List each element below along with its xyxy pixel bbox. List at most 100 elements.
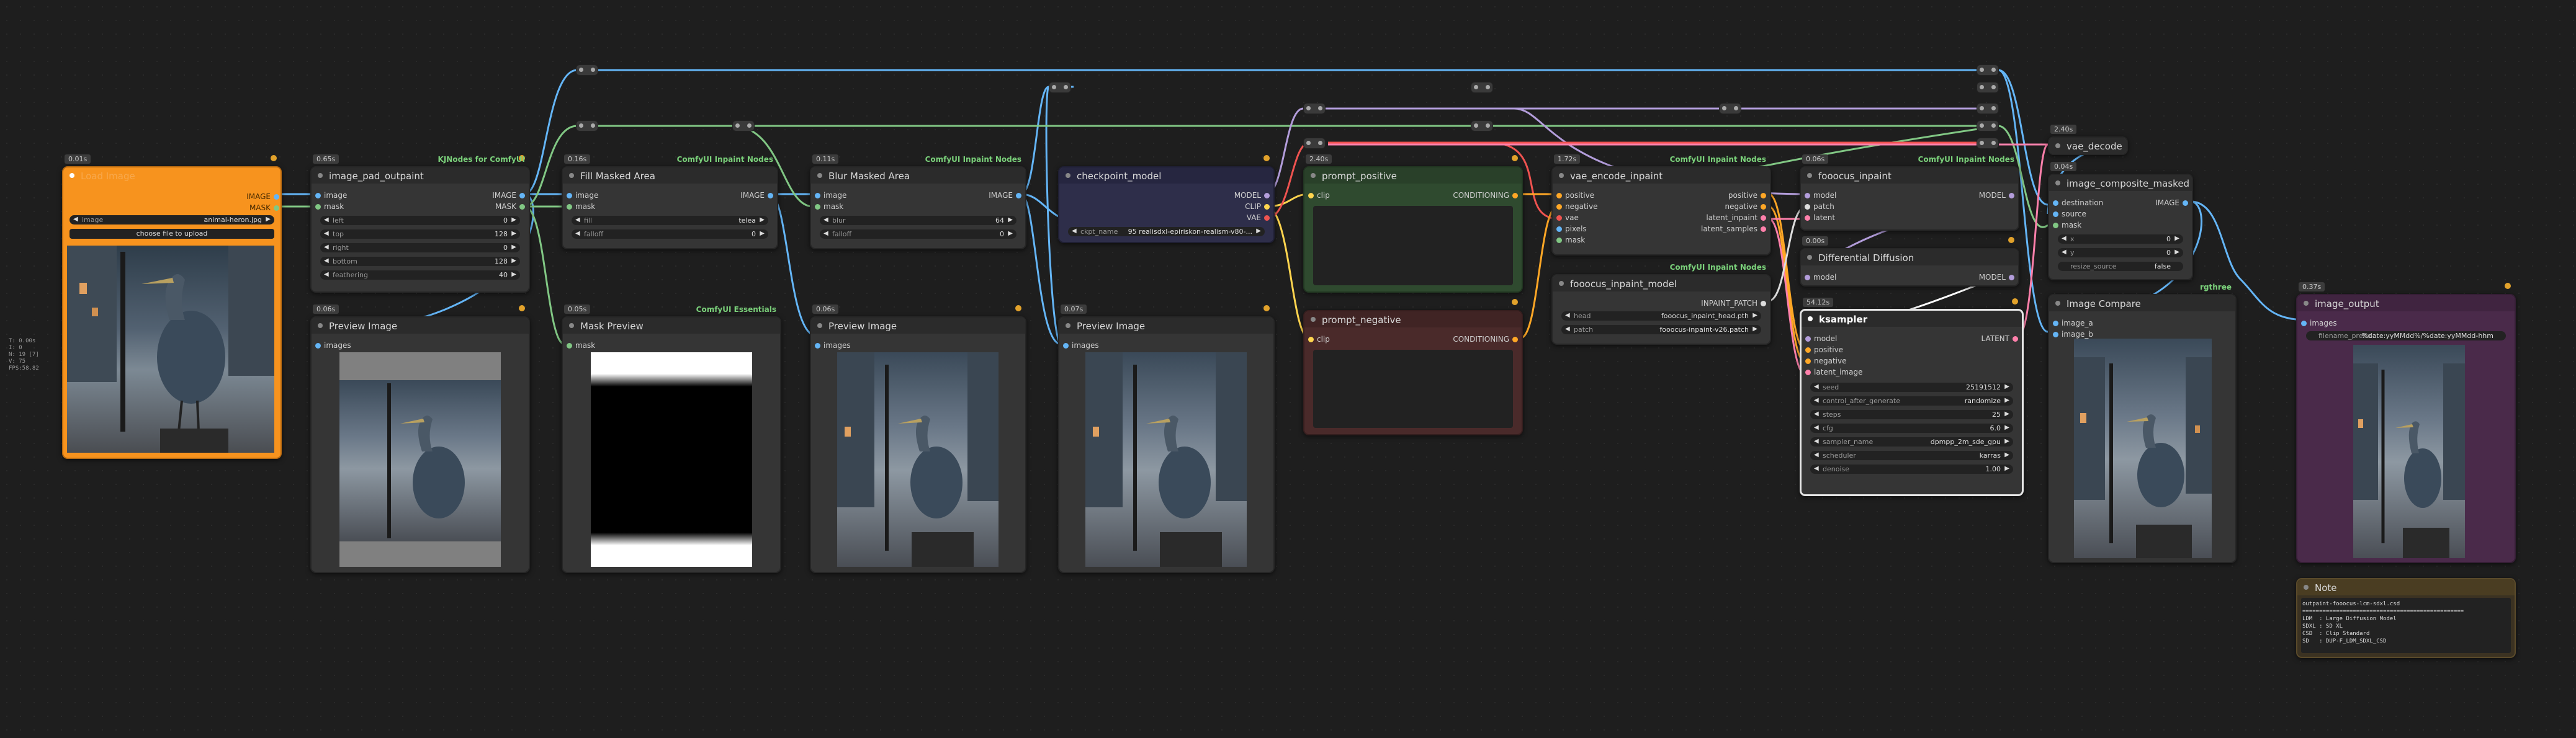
reroute-node[interactable]	[1977, 64, 1999, 76]
input-socket[interactable]	[567, 343, 572, 349]
input-socket[interactable]	[567, 193, 572, 198]
node-header[interactable]: prompt_negative	[1304, 311, 1522, 327]
widget-right[interactable]: ◀ right 0 ▶	[320, 243, 520, 252]
input-socket[interactable]	[315, 204, 321, 210]
node-header[interactable]: Preview Image	[312, 318, 529, 334]
node-header[interactable]: vae_decode	[2049, 138, 2127, 154]
node-fooocus-inpaint-model[interactable]: ComfyUI Inpaint Nodes fooocus_inpaint_mo…	[1551, 263, 1771, 345]
upload-button[interactable]: choose file to upload	[70, 229, 274, 239]
output-socket[interactable]	[1761, 193, 1766, 198]
widget-patch[interactable]: ◀ patch fooocus-inpaint-v26.patch ▶	[1561, 325, 1761, 334]
input-socket[interactable]	[2053, 211, 2058, 217]
node-load-image[interactable]: 0.01s Load Image IMAGE MASK ◀ image animal…	[62, 154, 282, 459]
reroute-node[interactable]	[1719, 103, 1741, 114]
reroute-node[interactable]	[1977, 138, 1999, 149]
input-socket[interactable]	[2053, 200, 2058, 206]
node-preview-image[interactable]: 0.06s Preview Image images	[310, 305, 530, 573]
output-socket[interactable]	[1512, 337, 1518, 342]
output-socket[interactable]	[274, 194, 279, 200]
input-socket[interactable]	[1308, 337, 1314, 342]
input-socket[interactable]	[2053, 223, 2058, 228]
input-socket[interactable]	[1805, 347, 1811, 353]
node-mask-preview[interactable]: 0.05s ComfyUI Essentials Mask Preview ma…	[562, 305, 781, 573]
node-prompt-positive[interactable]: 2.40s prompt_positive clip CONDITIONING	[1303, 154, 1523, 293]
reroute-node[interactable]	[576, 64, 598, 76]
node-header[interactable]: ksampler	[1802, 311, 2022, 327]
node-header[interactable]: image_pad_outpaint	[312, 167, 529, 184]
output-socket[interactable]	[519, 204, 525, 210]
input-socket[interactable]	[2053, 332, 2058, 337]
input-socket[interactable]	[1805, 275, 1810, 280]
widget-falloff[interactable]: ◀ falloff 0 ▶	[572, 229, 768, 239]
widget-seed[interactable]: ◀ seed 25191512 ▶	[1810, 383, 2013, 392]
widget-y[interactable]: ◀ y 0 ▶	[2058, 248, 2183, 257]
input-socket[interactable]	[1556, 226, 1562, 232]
filename-prefix-input[interactable]: filename_prefix %date:yyMMdd%/%date:yyMMd…	[2306, 331, 2506, 340]
input-socket[interactable]	[1556, 238, 1562, 243]
node-header[interactable]: Load Image	[63, 167, 280, 184]
output-socket[interactable]	[768, 193, 773, 198]
input-socket[interactable]	[315, 193, 321, 198]
input-socket[interactable]	[1805, 370, 1811, 375]
output-socket[interactable]	[2013, 336, 2018, 342]
widget-fill[interactable]: ◀ fill telea ▶	[572, 216, 768, 225]
node-ksampler[interactable]: 54.12s ksampler model positive negative …	[1800, 298, 2024, 496]
node-image-compare[interactable]: rgthree Image Compare image_a image_b	[2048, 283, 2237, 563]
input-socket[interactable]	[1556, 204, 1562, 210]
toggle-resize-source[interactable]: resize_source false	[2058, 262, 2183, 271]
reroute-node[interactable]	[1303, 138, 1326, 149]
reroute-node[interactable]	[1977, 120, 1999, 131]
input-socket[interactable]	[1805, 193, 1810, 198]
node-vae-encode-inpaint[interactable]: 1.72s ComfyUI Inpaint Nodes vae_encode_i…	[1551, 154, 1771, 256]
input-socket[interactable]	[2053, 321, 2058, 326]
node-fooocus-inpaint[interactable]: 0.06s ComfyUI Inpaint Nodes fooocus_inpa…	[1800, 154, 2019, 231]
node-prompt-negative[interactable]: prompt_negative clip CONDITIONING	[1303, 299, 1523, 435]
widget-x[interactable]: ◀ x 0 ▶	[2058, 234, 2183, 244]
output-socket[interactable]	[1264, 215, 1270, 221]
node-header[interactable]: checkpoint_model	[1059, 167, 1273, 184]
widget-sampler-name[interactable]: ◀ sampler_name dpmpp_2m_sde_gpu ▶	[1810, 437, 2013, 447]
output-socket[interactable]	[1761, 301, 1766, 306]
node-header[interactable]: Differential Diffusion	[1801, 249, 2018, 265]
widget-bottom[interactable]: ◀ bottom 128 ▶	[320, 257, 520, 266]
widget-steps[interactable]: ◀ steps 25 ▶	[1810, 410, 2013, 419]
output-socket[interactable]	[2009, 193, 2014, 198]
node-preview-image[interactable]: 0.07s Preview Image images	[1058, 305, 1275, 573]
input-socket[interactable]	[2301, 321, 2307, 326]
output-socket[interactable]	[2009, 275, 2014, 280]
node-vae-decode[interactable]: 2.40s vae_decode	[2048, 125, 2128, 155]
node-header[interactable]: Image Compare	[2049, 295, 2235, 311]
widget-top[interactable]: ◀ top 128 ▶	[320, 229, 520, 239]
node-preview-image[interactable]: 0.06s Preview Image images	[810, 305, 1026, 573]
widget-scheduler[interactable]: ◀ scheduler karras ▶	[1810, 451, 2013, 460]
node-header[interactable]: Preview Image	[1059, 318, 1273, 334]
input-socket[interactable]	[1308, 193, 1314, 198]
reroute-node[interactable]	[576, 120, 598, 131]
node-header[interactable]: image_composite_masked	[2049, 175, 2192, 191]
node-header[interactable]: vae_encode_inpaint	[1553, 167, 1770, 184]
output-socket[interactable]	[274, 205, 279, 211]
prompt-textarea[interactable]	[1313, 350, 1513, 428]
input-socket[interactable]	[1805, 204, 1810, 210]
input-socket[interactable]	[1556, 215, 1562, 221]
widget-denoise[interactable]: ◀ denoise 1.00 ▶	[1810, 465, 2013, 474]
node-header[interactable]: Fill Masked Area	[563, 167, 777, 184]
input-socket[interactable]	[1805, 336, 1811, 342]
output-socket[interactable]	[519, 193, 525, 198]
input-socket[interactable]	[567, 204, 572, 210]
widget-feathering[interactable]: ◀ feathering 40 ▶	[320, 270, 520, 280]
widget-left[interactable]: ◀ left 0 ▶	[320, 216, 520, 225]
node-blur-masked-area[interactable]: 0.11s ComfyUI Inpaint Nodes Blur Masked …	[810, 154, 1026, 249]
node-differential-diffusion[interactable]: 0.00s Differential Diffusion model MODEL	[1800, 236, 2019, 287]
ckpt-select-widget[interactable]: ◀ ckpt_name 95 realisdxl-epiriskon-realism…	[1068, 227, 1265, 236]
node-image-output[interactable]: 0.37s image_output images filename_prefi…	[2296, 282, 2516, 563]
node-header[interactable]: Note	[2297, 579, 2515, 595]
node-checkpoint-model[interactable]: checkpoint_model MODEL CLIP VAE ◀ ckpt_na…	[1058, 155, 1275, 243]
node-header[interactable]: fooocus_inpaint	[1801, 167, 2018, 184]
input-socket[interactable]	[1063, 343, 1069, 349]
node-header[interactable]: image_output	[2297, 295, 2515, 311]
widget-cfg[interactable]: ◀ cfg 6.0 ▶	[1810, 424, 2013, 433]
node-fill-masked-area[interactable]: 0.16s ComfyUI Inpaint Nodes Fill Masked …	[562, 154, 778, 249]
node-header[interactable]: Preview Image	[811, 318, 1025, 334]
input-socket[interactable]	[815, 193, 820, 198]
